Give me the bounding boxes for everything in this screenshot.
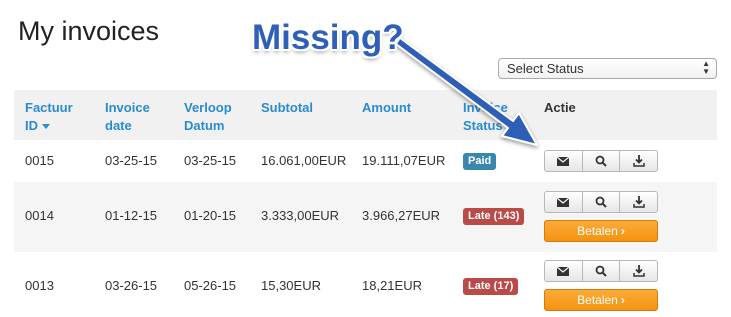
annotation-text: Missing? bbox=[252, 18, 404, 57]
